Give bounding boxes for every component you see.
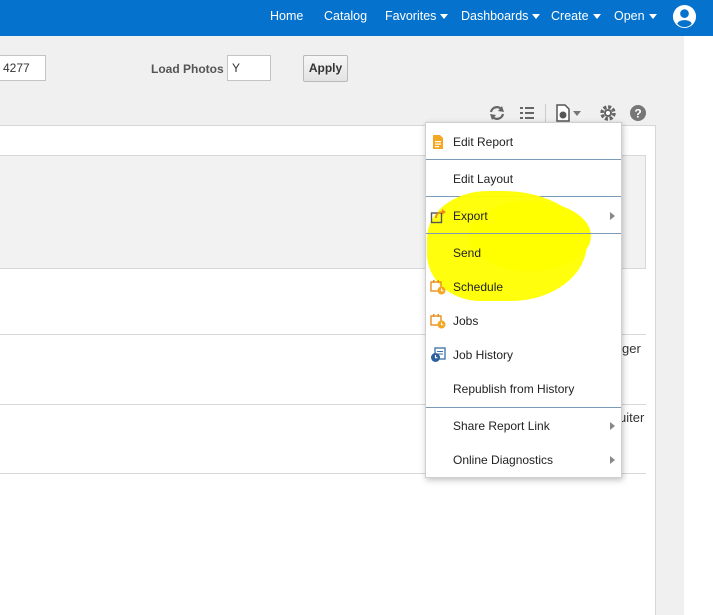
chevron-down-icon [532, 14, 541, 20]
chevron-right-icon [610, 456, 615, 464]
menu-item-export[interactable]: Export [426, 199, 621, 233]
page-margin [684, 36, 713, 615]
actions-menu: Edit Report Edit Layout Export Send Sche… [425, 122, 622, 478]
nav-favorites-menu[interactable]: Favorites [385, 0, 449, 36]
menu-item-label: Edit Report [453, 135, 514, 149]
table-cell: ger [622, 341, 641, 356]
load-photos-label: Load Photos [151, 62, 224, 76]
document-icon [433, 135, 443, 149]
menu-item-schedule[interactable]: Schedule [426, 270, 621, 304]
svg-text:?: ? [634, 107, 641, 121]
menu-item-label: Export [453, 209, 488, 223]
menu-item-label: Republish from History [453, 382, 575, 396]
nav-catalog-link[interactable]: Catalog [324, 0, 367, 36]
nav-favorites-label: Favorites [385, 9, 437, 23]
table-cell: uiter [619, 410, 645, 425]
calendar-clock-icon [430, 314, 446, 329]
menu-item-label: Schedule [453, 280, 504, 294]
chevron-down-icon [440, 14, 449, 20]
user-avatar-icon[interactable] [672, 4, 697, 29]
menu-item-label: Share Report Link [453, 419, 550, 433]
menu-item-label: Online Diagnostics [453, 453, 554, 467]
menu-item-online-diagnostics[interactable]: Online Diagnostics [426, 443, 621, 477]
calendar-clock-icon [430, 280, 446, 295]
toolbar-divider [545, 104, 546, 122]
menu-item-label: Send [453, 246, 482, 260]
export-document-icon[interactable] [554, 103, 584, 123]
menu-divider [426, 233, 621, 234]
chevron-right-icon [610, 212, 615, 220]
menu-divider [426, 407, 621, 408]
nav-dashboards-label: Dashboards [461, 9, 529, 23]
menu-divider [426, 159, 621, 160]
nav-create-label: Create [551, 9, 589, 23]
menu-item-label: Job History [453, 348, 514, 362]
nav-dashboards-menu[interactable]: Dashboards [461, 0, 541, 36]
menu-item-edit-layout[interactable]: Edit Layout [426, 162, 621, 196]
menu-item-jobs[interactable]: Jobs [426, 304, 621, 338]
apply-button[interactable]: Apply [303, 55, 348, 82]
nav-home-link[interactable]: Home [270, 0, 303, 36]
gear-icon[interactable] [598, 103, 618, 123]
chevron-right-icon [610, 422, 615, 430]
menu-item-send[interactable]: Send [426, 236, 621, 270]
parameter-input[interactable]: 4277 [0, 55, 46, 81]
menu-item-republish-from-history[interactable]: Republish from History [426, 372, 621, 406]
nav-create-menu[interactable]: Create [551, 0, 601, 36]
help-icon[interactable]: ? [628, 103, 648, 123]
nav-open-label: Open [614, 9, 645, 23]
export-icon [430, 209, 446, 224]
list-icon[interactable] [517, 103, 537, 123]
menu-item-label: Jobs [453, 314, 479, 328]
refresh-icon[interactable] [487, 103, 507, 123]
chevron-down-icon [592, 14, 601, 20]
top-nav-bar: Home Catalog Favorites Dashboards Create… [0, 0, 713, 36]
menu-item-job-history[interactable]: Job History [426, 338, 621, 372]
job-history-icon [431, 347, 446, 362]
load-photos-input[interactable]: Y [227, 55, 271, 81]
menu-item-edit-report[interactable]: Edit Report [426, 125, 621, 159]
menu-item-share-report-link[interactable]: Share Report Link [426, 409, 621, 443]
nav-open-menu[interactable]: Open [614, 0, 657, 36]
chevron-down-icon [648, 14, 657, 20]
